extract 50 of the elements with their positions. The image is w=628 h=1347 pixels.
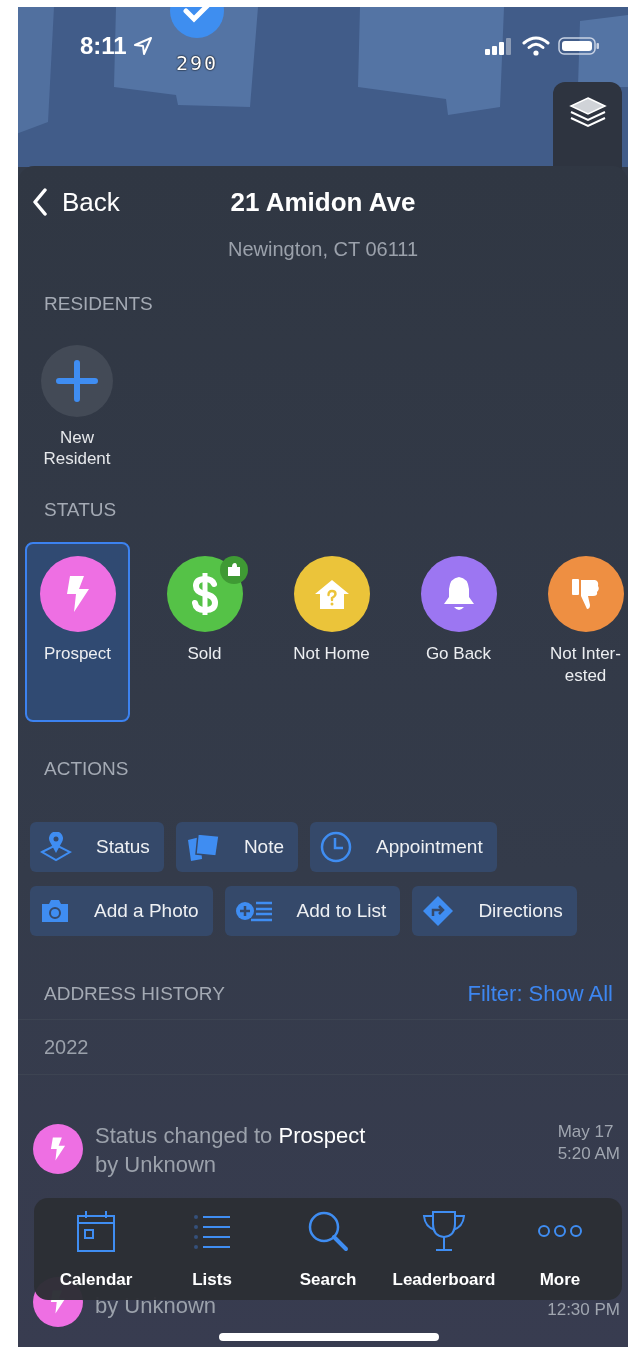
action-button[interactable]: Appointment <box>310 822 497 872</box>
house-question-icon <box>313 578 350 610</box>
more-icon <box>537 1224 583 1238</box>
notes-icon <box>185 832 220 862</box>
wifi-icon <box>522 36 550 56</box>
year-label: 2022 <box>44 1035 89 1059</box>
trophy-icon <box>422 1210 466 1252</box>
map-pin-icon <box>40 832 72 862</box>
history-time: 5:20 AM <box>557 1143 620 1165</box>
plus-icon <box>41 345 113 417</box>
action-button[interactable]: Note <box>175 822 298 872</box>
chevron-left-icon <box>32 188 48 216</box>
status-option[interactable]: Sold <box>152 542 257 722</box>
location-arrow-icon <box>132 36 153 56</box>
action-button[interactable]: Add a Photo <box>30 886 213 936</box>
status-option[interactable]: Prospect <box>25 542 130 722</box>
tab-item[interactable]: Leaderboard <box>386 1198 502 1300</box>
tab-item[interactable]: More <box>502 1198 618 1300</box>
thumbs-down-icon <box>570 577 601 611</box>
new-resident-button[interactable]: New Resident <box>22 345 132 469</box>
bell-icon <box>441 575 476 613</box>
history-date: May 17 <box>557 1121 615 1143</box>
dollar-icon <box>189 572 220 616</box>
history-time: 12:30 PM <box>547 1299 620 1321</box>
section-label: ADDRESS HISTORY <box>43 983 225 1005</box>
section-label: STATUS <box>43 499 118 521</box>
tab-item[interactable]: Search <box>270 1198 386 1300</box>
calendar-icon <box>76 1209 116 1253</box>
history-author: by Unknown <box>95 1151 218 1179</box>
battery-icon <box>558 36 600 56</box>
action-button[interactable]: Directions <box>412 886 577 936</box>
status-option[interactable]: Not Home <box>279 542 384 722</box>
back-button[interactable]: Back <box>32 186 120 218</box>
status-option[interactable]: Not Inter-ested <box>533 542 628 722</box>
camera-icon <box>40 898 70 924</box>
pin-label: 290 <box>176 51 219 75</box>
search-icon <box>307 1210 349 1252</box>
signal-icon <box>484 37 514 55</box>
status-time: 8:11 <box>80 32 127 60</box>
directions-icon <box>422 895 455 927</box>
action-button[interactable]: Add to List <box>224 886 401 936</box>
section-label: RESIDENTS <box>43 293 154 315</box>
clock-icon <box>320 831 352 863</box>
add-list-icon <box>234 899 273 923</box>
history-text: Status changed to Prospect <box>95 1122 366 1150</box>
status-option[interactable]: Go Back <box>406 542 511 722</box>
action-button[interactable]: Status <box>30 822 164 872</box>
section-label: ACTIONS <box>43 758 130 780</box>
address-subtitle: Newington, CT 06111 <box>226 237 420 261</box>
address-title: 21 Amidon Ave <box>230 186 416 218</box>
